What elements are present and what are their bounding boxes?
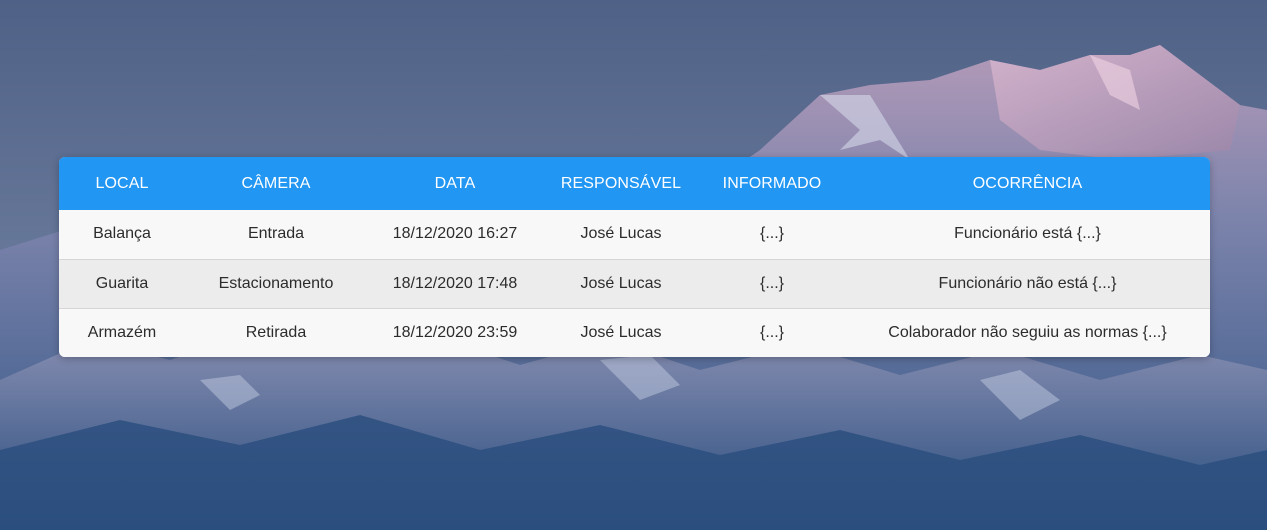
occurrences-table-card: LOCAL CÂMERA DATA RESPONSÁVEL INFORMADO … bbox=[59, 157, 1210, 357]
cell-informado[interactable]: {...} bbox=[699, 307, 845, 357]
column-header-responsavel[interactable]: RESPONSÁVEL bbox=[543, 157, 699, 210]
cell-data: 18/12/2020 23:59 bbox=[367, 307, 543, 357]
cell-camera: Estacionamento bbox=[185, 258, 367, 308]
cell-informado[interactable]: {...} bbox=[699, 258, 845, 308]
cell-camera: Retirada bbox=[185, 307, 367, 357]
column-header-data[interactable]: DATA bbox=[367, 157, 543, 210]
cell-responsavel: José Lucas bbox=[580, 225, 662, 243]
cell-local: Armazém bbox=[59, 307, 185, 357]
cell-local: Balança bbox=[93, 225, 151, 243]
cell-informado[interactable]: {...} bbox=[699, 210, 845, 259]
cell-responsavel: José Lucas bbox=[543, 307, 699, 357]
cell-ocorrencia[interactable]: Funcionário não está {...} bbox=[845, 258, 1210, 308]
table-body: Balança Entrada 18/12/2020 16:27 José Lu… bbox=[59, 210, 1210, 357]
cell-ocorrencia[interactable]: Colaborador não seguiu as normas {...} bbox=[845, 307, 1210, 357]
occurrences-table: LOCAL CÂMERA DATA RESPONSÁVEL INFORMADO … bbox=[59, 157, 1210, 357]
cell-ocorrencia[interactable]: Funcionário está {...} bbox=[845, 210, 1210, 259]
cell-data: 18/12/2020 17:48 bbox=[367, 258, 543, 308]
table-row[interactable]: Guarita Estacionamento 18/12/2020 17:48 … bbox=[59, 258, 1210, 308]
cell-local: Guarita bbox=[59, 258, 185, 308]
column-header-ocorrencia[interactable]: OCORRÊNCIA bbox=[845, 157, 1210, 210]
table-header-row: LOCAL CÂMERA DATA RESPONSÁVEL INFORMADO … bbox=[59, 157, 1210, 210]
table-row[interactable]: Armazém Retirada 18/12/2020 23:59 José L… bbox=[59, 307, 1210, 357]
cell-responsavel: José Lucas bbox=[543, 258, 699, 308]
column-header-camera[interactable]: CÂMERA bbox=[185, 157, 367, 210]
column-header-local[interactable]: LOCAL bbox=[59, 157, 185, 210]
table-header: LOCAL CÂMERA DATA RESPONSÁVEL INFORMADO … bbox=[59, 157, 1210, 210]
column-header-informado[interactable]: INFORMADO bbox=[699, 157, 845, 210]
cell-camera: Entrada bbox=[247, 225, 305, 243]
cell-data: 18/12/2020 16:27 bbox=[392, 225, 518, 243]
table-row[interactable]: Balança Entrada 18/12/2020 16:27 José Lu… bbox=[59, 210, 1210, 259]
